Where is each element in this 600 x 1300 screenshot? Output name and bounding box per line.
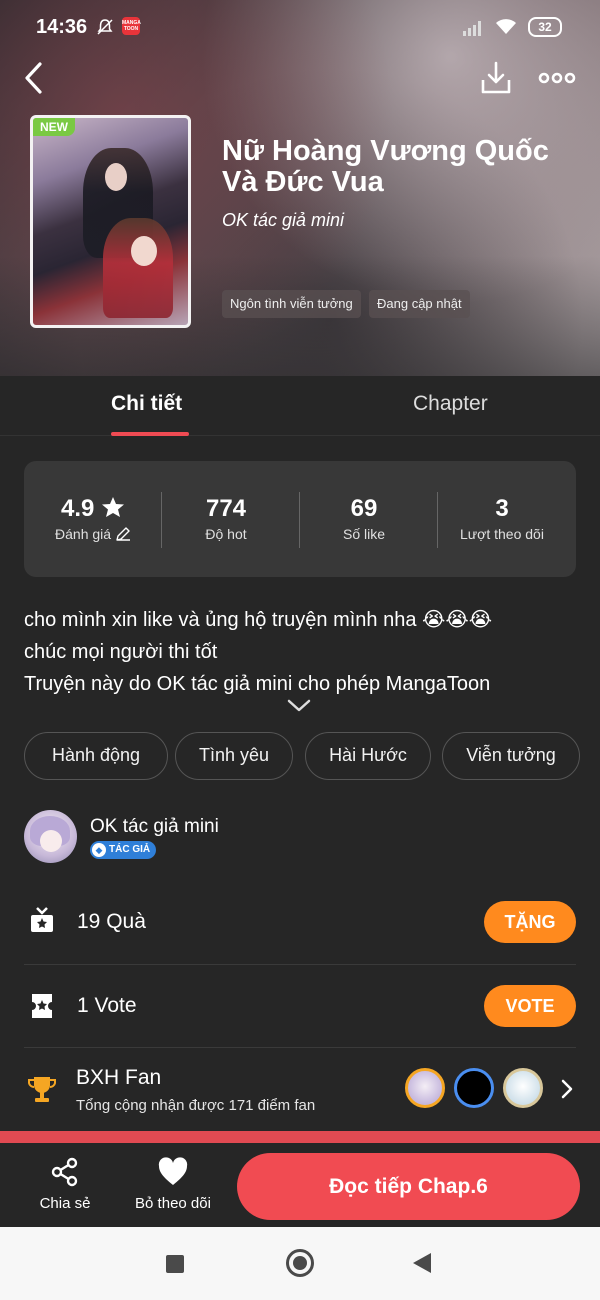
back-triangle-icon[interactable] (413, 1253, 431, 1273)
stat-followers: 3 Lượt theo dõi (460, 495, 544, 542)
edit-pencil-icon[interactable] (115, 526, 131, 542)
description-line: chúc mọi người thi tốt (24, 641, 218, 663)
tab-bar: Chi tiết Chapter (0, 376, 600, 436)
stat-likes: 69 Số like (342, 495, 386, 542)
description-line: cho mình xin like và ủng hộ truyện mình … (24, 609, 493, 631)
more-dots-icon[interactable] (538, 66, 576, 90)
gift-icon (31, 907, 53, 932)
tab-chapter[interactable]: Chapter (413, 392, 488, 416)
book-author[interactable]: OK tác giả mini (222, 210, 344, 231)
description-line: Truyện này do OK tác giả mini cho phép M… (24, 673, 491, 695)
signal-icon (463, 21, 481, 36)
back-icon[interactable] (18, 60, 50, 96)
stat-rating[interactable]: 4.9 Đánh giá (24, 495, 162, 542)
description: cho mình xin like và ủng hộ truyện mình … (24, 604, 584, 700)
continue-reading-button[interactable]: Đọc tiếp Chap.6 (237, 1153, 580, 1220)
genre-chip[interactable]: Tình yêu (175, 732, 293, 780)
system-nav-bar (0, 1227, 600, 1300)
fan-avatar[interactable] (503, 1068, 543, 1108)
share-button[interactable]: Chia sẻ (38, 1157, 92, 1212)
share-icon (51, 1157, 78, 1187)
gift-count: 19 Quà (77, 910, 146, 933)
new-badge: NEW (33, 118, 75, 136)
book-cover[interactable]: NEW (30, 115, 191, 328)
author-name[interactable]: OK tác giả mini (90, 816, 219, 838)
download-icon[interactable] (478, 60, 514, 96)
vote-count: 1 Vote (77, 994, 137, 1017)
genre-chip[interactable]: Viễn tưởng (442, 732, 580, 780)
fan-rank-title: BXH Fan (76, 1066, 162, 1089)
tag-chip-genre[interactable]: Ngôn tình viễn tưởng (222, 290, 361, 318)
fan-avatar[interactable] (454, 1068, 494, 1108)
status-bar: 14:36 MANGA TOON 32 (0, 0, 600, 56)
active-tab-indicator (111, 432, 189, 436)
home-icon[interactable] (286, 1249, 314, 1277)
chevron-down-icon[interactable] (286, 698, 312, 714)
bottom-action-bar: Chia sẻ Bỏ theo dõi Đọc tiếp Chap.6 (0, 1143, 600, 1227)
genre-chip[interactable]: Hành động (24, 732, 168, 780)
fan-rank-subtitle: Tổng cộng nhận được 171 điểm fan (76, 1097, 316, 1114)
author-badge: ◆ TÁC GIẢ (90, 841, 157, 859)
battery-icon: 32 (528, 17, 562, 37)
rating-value: 4.9 (60, 495, 95, 522)
divider (24, 964, 576, 965)
author-badge-icon: ◆ (92, 843, 106, 857)
trophy-icon (28, 1077, 56, 1102)
stat-hot: 774 Độ hot (205, 495, 247, 542)
tab-details[interactable]: Chi tiết (111, 392, 182, 416)
genre-chip[interactable]: Hài Hước (305, 732, 431, 780)
heart-icon (158, 1157, 188, 1185)
mangatoon-app-icon: MANGA TOON (122, 17, 141, 35)
divider (24, 1047, 576, 1048)
fan-avatar[interactable] (405, 1068, 445, 1108)
unfollow-label: Bỏ theo dõi (135, 1195, 211, 1212)
vote-ticket-icon (32, 994, 52, 1018)
stats-card: 4.9 Đánh giá 774 Độ hot 69 Số like 3 Lượ… (24, 461, 576, 577)
recents-icon[interactable] (166, 1255, 184, 1273)
bell-muted-icon (97, 19, 113, 35)
unfollow-button[interactable]: Bỏ theo dõi (130, 1157, 216, 1212)
wifi-icon (496, 19, 516, 34)
rating-label: Đánh giá (55, 526, 112, 542)
author-avatar[interactable] (24, 810, 77, 863)
accent-strip (0, 1131, 600, 1143)
status-time: 14:36 (36, 16, 88, 38)
star-icon (102, 497, 125, 517)
chevron-right-icon[interactable] (560, 1078, 574, 1100)
gift-button[interactable]: TẶNG (484, 901, 576, 943)
tag-chip-status: Đang cập nhật (369, 290, 470, 318)
book-title: Nữ Hoàng Vương Quốc Và Đức Vua (222, 135, 549, 198)
hero-header: 14:36 MANGA TOON 32 NEW Nữ Hoàng Vương Q… (0, 0, 600, 376)
share-label: Chia sẻ (39, 1195, 91, 1212)
vote-button[interactable]: VOTE (484, 985, 576, 1027)
